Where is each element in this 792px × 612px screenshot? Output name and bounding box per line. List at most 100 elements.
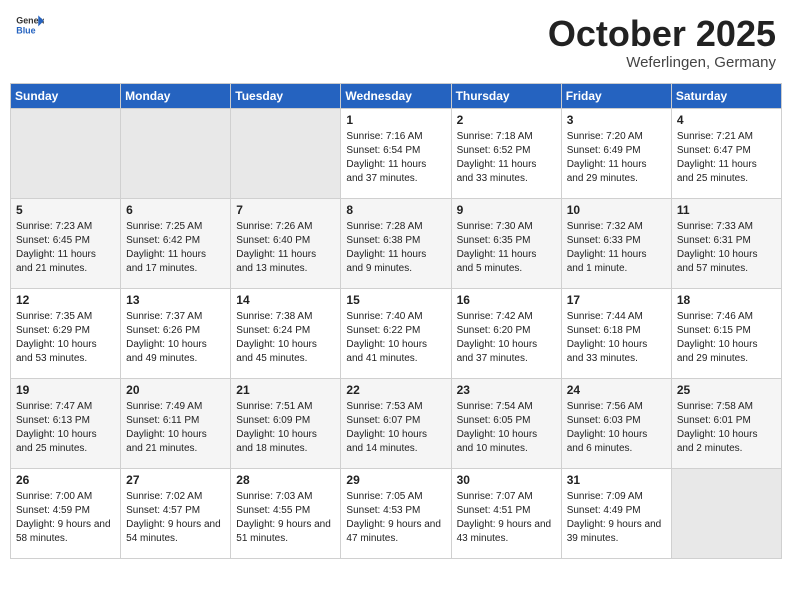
calendar-cell [11,108,121,198]
day-info: Sunrise: 7:54 AMSunset: 6:05 PMDaylight:… [457,400,556,456]
calendar-cell: 18 Sunrise: 7:46 AMSunset: 6:15 PMDaylig… [671,288,781,378]
day-number: 3 [567,113,666,127]
day-info: Sunrise: 7:42 AMSunset: 6:20 PMDaylight:… [457,310,556,366]
calendar-cell: 19 Sunrise: 7:47 AMSunset: 6:13 PMDaylig… [11,378,121,468]
day-number: 21 [236,383,335,397]
location: Weferlingen, Germany [548,54,776,71]
day-number: 30 [457,473,556,487]
day-number: 28 [236,473,335,487]
day-info: Sunrise: 7:16 AMSunset: 6:54 PMDaylight:… [346,130,445,186]
day-info: Sunrise: 7:20 AMSunset: 6:49 PMDaylight:… [567,130,666,186]
calendar-cell: 9 Sunrise: 7:30 AMSunset: 6:35 PMDayligh… [451,198,561,288]
day-info: Sunrise: 7:33 AMSunset: 6:31 PMDaylight:… [677,220,776,276]
calendar-cell: 14 Sunrise: 7:38 AMSunset: 6:24 PMDaylig… [231,288,341,378]
day-number: 4 [677,113,776,127]
day-number: 27 [126,473,225,487]
day-info: Sunrise: 7:05 AMSunset: 4:53 PMDaylight:… [346,490,445,546]
header-thursday: Thursday [451,83,561,108]
day-info: Sunrise: 7:44 AMSunset: 6:18 PMDaylight:… [567,310,666,366]
day-number: 13 [126,293,225,307]
day-info: Sunrise: 7:32 AMSunset: 6:33 PMDaylight:… [567,220,666,276]
calendar-cell: 31 Sunrise: 7:09 AMSunset: 4:49 PMDaylig… [561,468,671,558]
calendar-week-row: 12 Sunrise: 7:35 AMSunset: 6:29 PMDaylig… [11,288,782,378]
calendar-cell: 22 Sunrise: 7:53 AMSunset: 6:07 PMDaylig… [341,378,451,468]
day-number: 6 [126,203,225,217]
day-number: 9 [457,203,556,217]
day-number: 25 [677,383,776,397]
day-info: Sunrise: 7:28 AMSunset: 6:38 PMDaylight:… [346,220,445,276]
logo: General Blue [16,14,44,36]
day-info: Sunrise: 7:51 AMSunset: 6:09 PMDaylight:… [236,400,335,456]
day-number: 24 [567,383,666,397]
day-number: 31 [567,473,666,487]
calendar-cell: 2 Sunrise: 7:18 AMSunset: 6:52 PMDayligh… [451,108,561,198]
calendar-cell: 28 Sunrise: 7:03 AMSunset: 4:55 PMDaylig… [231,468,341,558]
day-number: 8 [346,203,445,217]
calendar-cell: 13 Sunrise: 7:37 AMSunset: 6:26 PMDaylig… [121,288,231,378]
day-number: 17 [567,293,666,307]
header-saturday: Saturday [671,83,781,108]
day-info: Sunrise: 7:25 AMSunset: 6:42 PMDaylight:… [126,220,225,276]
calendar-cell: 8 Sunrise: 7:28 AMSunset: 6:38 PMDayligh… [341,198,451,288]
day-number: 19 [16,383,115,397]
calendar-week-row: 19 Sunrise: 7:47 AMSunset: 6:13 PMDaylig… [11,378,782,468]
calendar-cell: 17 Sunrise: 7:44 AMSunset: 6:18 PMDaylig… [561,288,671,378]
calendar-cell [121,108,231,198]
day-info: Sunrise: 7:58 AMSunset: 6:01 PMDaylight:… [677,400,776,456]
day-info: Sunrise: 7:49 AMSunset: 6:11 PMDaylight:… [126,400,225,456]
day-info: Sunrise: 7:38 AMSunset: 6:24 PMDaylight:… [236,310,335,366]
day-number: 11 [677,203,776,217]
calendar-cell: 16 Sunrise: 7:42 AMSunset: 6:20 PMDaylig… [451,288,561,378]
calendar-cell: 12 Sunrise: 7:35 AMSunset: 6:29 PMDaylig… [11,288,121,378]
day-info: Sunrise: 7:30 AMSunset: 6:35 PMDaylight:… [457,220,556,276]
header-friday: Friday [561,83,671,108]
logo-icon: General Blue [16,14,44,36]
day-number: 10 [567,203,666,217]
page-container: General Blue October 2025 Weferlingen, G… [10,10,782,559]
day-info: Sunrise: 7:56 AMSunset: 6:03 PMDaylight:… [567,400,666,456]
day-number: 26 [16,473,115,487]
calendar-cell: 20 Sunrise: 7:49 AMSunset: 6:11 PMDaylig… [121,378,231,468]
header-wednesday: Wednesday [341,83,451,108]
day-number: 14 [236,293,335,307]
day-number: 16 [457,293,556,307]
day-info: Sunrise: 7:35 AMSunset: 6:29 PMDaylight:… [16,310,115,366]
day-info: Sunrise: 7:46 AMSunset: 6:15 PMDaylight:… [677,310,776,366]
day-number: 5 [16,203,115,217]
day-number: 15 [346,293,445,307]
header-monday: Monday [121,83,231,108]
day-info: Sunrise: 7:40 AMSunset: 6:22 PMDaylight:… [346,310,445,366]
header-sunday: Sunday [11,83,121,108]
day-number: 1 [346,113,445,127]
calendar-cell: 15 Sunrise: 7:40 AMSunset: 6:22 PMDaylig… [341,288,451,378]
day-info: Sunrise: 7:23 AMSunset: 6:45 PMDaylight:… [16,220,115,276]
calendar-cell: 5 Sunrise: 7:23 AMSunset: 6:45 PMDayligh… [11,198,121,288]
calendar-cell [671,468,781,558]
day-number: 18 [677,293,776,307]
day-number: 23 [457,383,556,397]
calendar-cell: 24 Sunrise: 7:56 AMSunset: 6:03 PMDaylig… [561,378,671,468]
calendar-cell: 26 Sunrise: 7:00 AMSunset: 4:59 PMDaylig… [11,468,121,558]
calendar-cell: 4 Sunrise: 7:21 AMSunset: 6:47 PMDayligh… [671,108,781,198]
calendar-cell: 10 Sunrise: 7:32 AMSunset: 6:33 PMDaylig… [561,198,671,288]
calendar-cell: 3 Sunrise: 7:20 AMSunset: 6:49 PMDayligh… [561,108,671,198]
day-number: 2 [457,113,556,127]
calendar-cell: 1 Sunrise: 7:16 AMSunset: 6:54 PMDayligh… [341,108,451,198]
day-info: Sunrise: 7:03 AMSunset: 4:55 PMDaylight:… [236,490,335,546]
calendar-week-row: 5 Sunrise: 7:23 AMSunset: 6:45 PMDayligh… [11,198,782,288]
month-title: October 2025 [548,14,776,54]
calendar-cell [231,108,341,198]
calendar-cell: 29 Sunrise: 7:05 AMSunset: 4:53 PMDaylig… [341,468,451,558]
day-info: Sunrise: 7:26 AMSunset: 6:40 PMDaylight:… [236,220,335,276]
calendar-cell: 6 Sunrise: 7:25 AMSunset: 6:42 PMDayligh… [121,198,231,288]
calendar-week-row: 1 Sunrise: 7:16 AMSunset: 6:54 PMDayligh… [11,108,782,198]
day-info: Sunrise: 7:53 AMSunset: 6:07 PMDaylight:… [346,400,445,456]
day-number: 20 [126,383,225,397]
calendar-cell: 21 Sunrise: 7:51 AMSunset: 6:09 PMDaylig… [231,378,341,468]
day-info: Sunrise: 7:47 AMSunset: 6:13 PMDaylight:… [16,400,115,456]
svg-text:Blue: Blue [16,25,35,35]
title-block: October 2025 Weferlingen, Germany [548,14,776,71]
calendar-cell: 11 Sunrise: 7:33 AMSunset: 6:31 PMDaylig… [671,198,781,288]
day-info: Sunrise: 7:18 AMSunset: 6:52 PMDaylight:… [457,130,556,186]
weekday-header-row: Sunday Monday Tuesday Wednesday Thursday… [11,83,782,108]
